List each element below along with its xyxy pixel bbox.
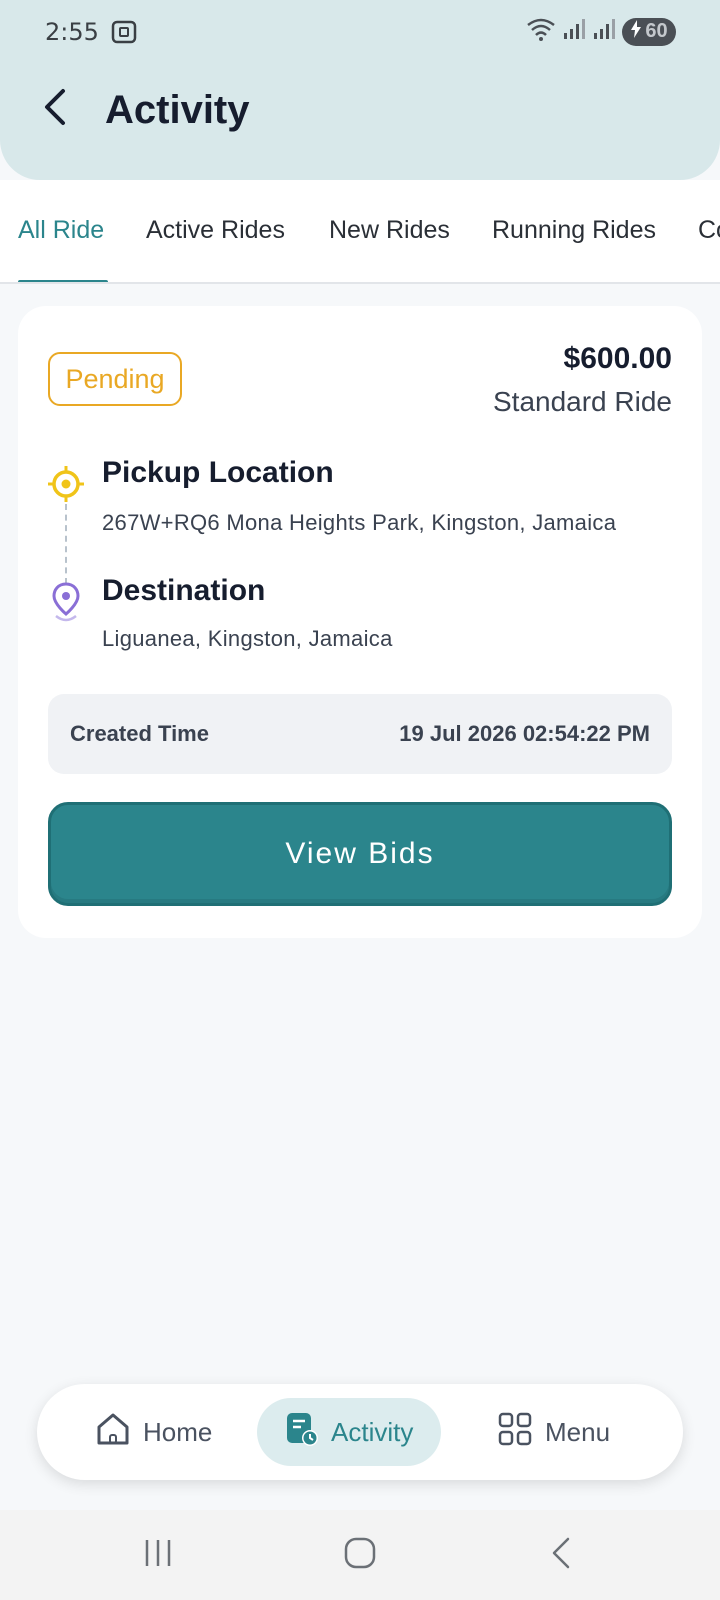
recent-apps-button[interactable] <box>133 1530 183 1580</box>
back-system-button[interactable] <box>536 1530 586 1580</box>
ride-tabs: All Ride Active Rides New Rides Running … <box>0 180 720 284</box>
status-badge: Pending <box>48 352 182 406</box>
status-icons: 60 <box>526 16 676 47</box>
nav-activity[interactable]: Activity <box>257 1398 442 1466</box>
pickup-title: Pickup Location <box>102 456 334 489</box>
battery-level: 60 <box>645 20 668 42</box>
nav-home-label: Home <box>143 1416 213 1447</box>
battery-charging-icon <box>630 19 642 44</box>
tab-all-ride[interactable]: All Ride <box>18 216 104 245</box>
nav-activity-label: Activity <box>331 1416 414 1447</box>
created-time-row: Created Time 19 Jul 2026 02:54:22 PM <box>48 694 672 774</box>
nav-menu-label: Menu <box>545 1416 611 1447</box>
status-time: 2:55 <box>45 18 99 46</box>
battery-indicator: 60 <box>622 17 676 46</box>
home-system-button[interactable] <box>335 1530 385 1580</box>
route-line <box>65 504 67 584</box>
destination-title: Destination <box>102 574 266 607</box>
recent-apps-icon <box>141 1536 175 1575</box>
signal-icon <box>592 17 616 46</box>
bottom-nav: Home Activity Menu <box>37 1384 683 1480</box>
nav-home[interactable]: Home <box>95 1398 212 1466</box>
wifi-icon <box>526 16 556 47</box>
home-circle-icon <box>342 1535 378 1576</box>
app-header: 2:55 60 Activity <box>0 0 720 180</box>
activity-icon <box>285 1411 319 1454</box>
screenshot-icon <box>110 18 138 46</box>
nav-menu[interactable]: Menu <box>497 1398 610 1466</box>
tab-new-rides[interactable]: New Rides <box>329 216 450 245</box>
pickup-address: 267W+RQ6 Mona Heights Park, Kingston, Ja… <box>102 510 617 535</box>
chevron-left-icon <box>39 87 69 132</box>
grid-menu-icon <box>497 1411 533 1454</box>
created-time-label: Created Time <box>70 721 209 746</box>
page-title: Activity <box>105 88 250 132</box>
home-icon <box>95 1411 131 1454</box>
system-nav-bar <box>0 1510 720 1600</box>
back-button[interactable] <box>30 85 78 133</box>
ride-card[interactable]: Pending $600.00 Standard Ride Pickup Loc… <box>18 306 702 938</box>
pickup-target-icon <box>48 466 84 502</box>
signal-icon <box>562 17 586 46</box>
destination-address: Liguanea, Kingston, Jamaica <box>102 626 393 651</box>
view-bids-button[interactable]: View Bids <box>48 802 672 906</box>
ride-price: $600.00 <box>563 342 672 375</box>
tab-active-rides[interactable]: Active Rides <box>146 216 285 245</box>
destination-pin-icon <box>50 582 82 622</box>
tab-completed-rides[interactable]: Co <box>698 216 720 245</box>
tab-running-rides[interactable]: Running Rides <box>492 216 656 245</box>
ride-type: Standard Ride <box>492 386 672 417</box>
created-time-value: 19 Jul 2026 02:54:22 PM <box>399 721 650 746</box>
active-tab-indicator <box>18 280 108 282</box>
back-chevron-icon <box>546 1535 576 1576</box>
